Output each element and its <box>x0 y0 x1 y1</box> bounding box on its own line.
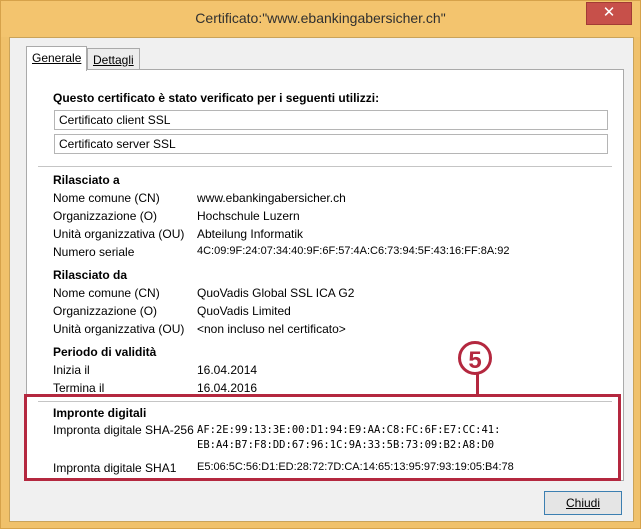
serial-number-value: 4C:09:9F:24:07:34:40:9F:6F:57:4A:C6:73:9… <box>197 245 510 257</box>
issued-by-cn-value: QuoVadis Global SSL ICA G2 <box>197 286 355 300</box>
valid-from-label: Inizia il <box>53 363 90 377</box>
close-button-label: Chiudi <box>565 496 601 510</box>
certificate-dialog: Certificato:"www.ebankingabersicher.ch" … <box>0 0 641 529</box>
issued-to-cn-label: Nome comune (CN) <box>53 191 160 205</box>
usage-item-server-ssl: Certificato server SSL <box>54 134 608 154</box>
serial-number-label: Numero seriale <box>53 245 135 259</box>
issued-by-o-label: Organizzazione (O) <box>53 304 158 318</box>
fingerprints-highlight-box <box>24 394 621 481</box>
usage-item-client-ssl: Certificato client SSL <box>54 110 608 130</box>
window-title: Certificato:"www.ebankingabersicher.ch" <box>195 10 446 26</box>
issued-to-cn-value: www.ebankingabersicher.ch <box>197 191 346 205</box>
tab-generale[interactable]: Generale <box>26 46 88 71</box>
valid-to-label: Termina il <box>53 381 105 395</box>
annotation-connector-line <box>476 373 479 397</box>
title-bar[interactable]: Certificato:"www.ebankingabersicher.ch" … <box>1 1 640 37</box>
issued-by-cn-label: Nome comune (CN) <box>53 286 160 300</box>
usage-heading: Questo certificato è stato verificato pe… <box>53 91 380 105</box>
issued-to-ou-value: Abteilung Informatik <box>197 227 304 241</box>
issued-by-ou-label: Unità organizzativa (OU) <box>53 322 185 336</box>
close-window-button[interactable]: ✕ <box>586 2 632 25</box>
issued-to-o-label: Organizzazione (O) <box>53 209 158 223</box>
tab-dettagli[interactable]: Dettagli <box>87 48 140 71</box>
tab-generale-label: Generale <box>32 51 82 65</box>
divider <box>38 166 612 167</box>
issued-by-o-value: QuoVadis Limited <box>197 304 291 318</box>
issued-by-heading: Rilasciato da <box>53 268 128 282</box>
valid-from-value: 16.04.2014 <box>197 363 258 377</box>
issued-to-heading: Rilasciato a <box>53 173 120 187</box>
issued-to-o-value: Hochschule Luzern <box>197 209 300 223</box>
validity-heading: Periodo di validità <box>53 345 157 359</box>
issued-to-ou-label: Unità organizzativa (OU) <box>53 227 185 241</box>
valid-to-value: 16.04.2016 <box>197 381 258 395</box>
issued-by-ou-value: <non incluso nel certificato> <box>197 322 346 336</box>
tab-dettagli-label: Dettagli <box>93 53 134 67</box>
annotation-badge: 5 <box>458 341 492 375</box>
close-button[interactable]: Chiudi <box>544 491 622 515</box>
